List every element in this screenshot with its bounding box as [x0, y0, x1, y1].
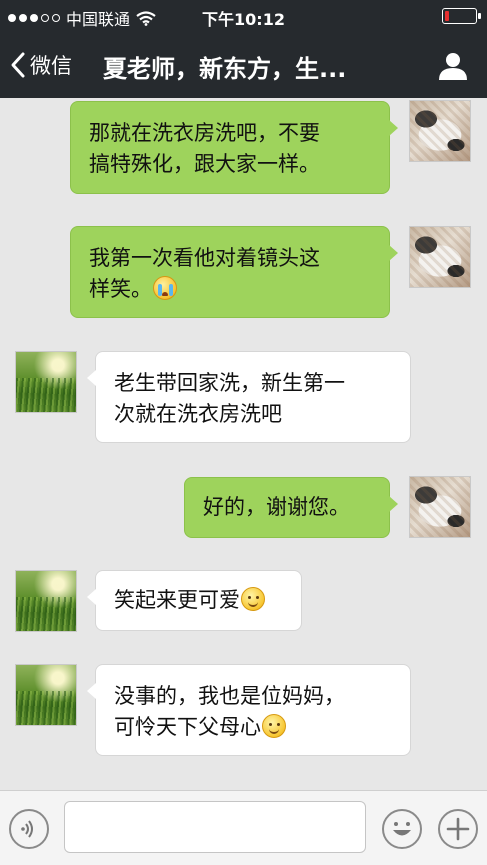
crying-emoji-icon: [153, 276, 177, 300]
voice-icon: [21, 820, 33, 838]
message-line: 没事的，我也是位妈妈，: [114, 684, 345, 708]
chat-title: 夏老师，新东方，生...: [103, 55, 347, 83]
message-line: 好的，谢谢您。: [203, 495, 350, 519]
smile-emoji-icon: [262, 714, 286, 738]
message-line: 我第一次看他对着镜头这: [89, 246, 320, 270]
message-line: 样笑。: [89, 277, 152, 301]
input-bar: [0, 790, 487, 865]
avatar[interactable]: [15, 570, 77, 632]
avatar[interactable]: [15, 664, 77, 726]
message-bubble-outgoing[interactable]: 好的，谢谢您。: [184, 477, 398, 538]
message-line: 搞特殊化，跟大家一样。: [89, 152, 320, 176]
message-bubble-incoming[interactable]: 笑起来更可爱: [87, 570, 302, 631]
voice-button[interactable]: [9, 809, 49, 849]
battery-level-fill: [445, 11, 449, 21]
avatar[interactable]: [15, 351, 77, 413]
message-line: 那就在洗衣房洗吧，不要: [89, 121, 320, 145]
profile-icon[interactable]: [437, 50, 469, 82]
status-bar: 中国联通 下午10:12: [0, 0, 487, 32]
message-bubble-outgoing[interactable]: 我第一次看他对着镜头这 样笑。: [70, 226, 398, 318]
smile-emoji-icon: [241, 587, 265, 611]
message-line: 笑起来更可爱: [114, 588, 240, 612]
back-label: 微信: [30, 54, 72, 78]
message-line: 老生带回家洗，新生第一: [114, 371, 345, 395]
back-button[interactable]: 微信: [10, 50, 72, 80]
nav-bar: 微信 夏老师，新东方，生...: [0, 32, 487, 98]
emoji-button[interactable]: [382, 809, 422, 849]
message-bubble-outgoing[interactable]: 那就在洗衣房洗吧，不要 搞特殊化，跟大家一样。: [70, 101, 398, 194]
chevron-left-icon: [11, 52, 25, 78]
avatar[interactable]: [409, 476, 471, 538]
plus-icon: [446, 817, 470, 841]
message-list[interactable]: 那就在洗衣房洗吧，不要 搞特殊化，跟大家一样。 我第一次看他对着镜头这 样笑。 …: [0, 98, 487, 790]
avatar[interactable]: [409, 100, 471, 162]
avatar[interactable]: [409, 226, 471, 288]
status-time: 下午10:12: [202, 10, 285, 29]
message-input[interactable]: [64, 801, 366, 853]
message-line: 次就在洗衣房洗吧: [114, 402, 282, 426]
more-options-button[interactable]: [438, 809, 478, 849]
emoji-face-icon: [393, 822, 411, 836]
message-line: 可怜天下父母心: [114, 715, 261, 739]
message-bubble-incoming[interactable]: 老生带回家洗，新生第一 次就在洗衣房洗吧: [87, 351, 411, 443]
battery-icon: [442, 8, 481, 24]
message-bubble-incoming[interactable]: 没事的，我也是位妈妈， 可怜天下父母心: [87, 664, 411, 756]
